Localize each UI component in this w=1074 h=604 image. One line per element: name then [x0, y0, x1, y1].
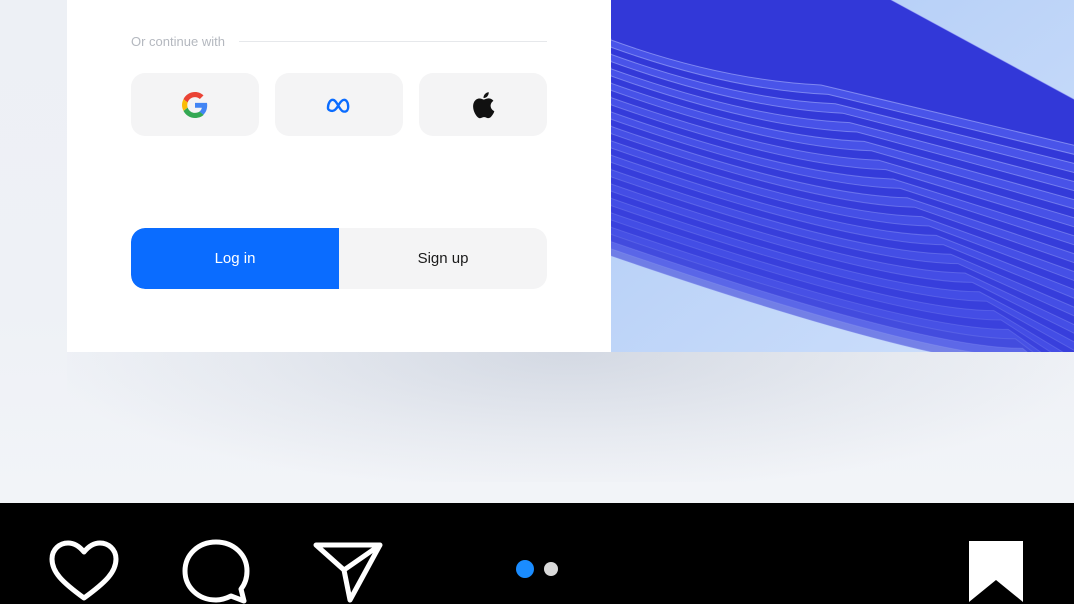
apple-icon — [469, 91, 497, 119]
ribbon-artwork — [611, 0, 1074, 352]
carousel-indicator — [516, 560, 558, 578]
abstract-3d-artwork — [611, 0, 1074, 352]
carousel-dot-active — [516, 560, 534, 578]
login-button[interactable]: Log in — [131, 228, 339, 289]
post-image: Or continue with Log in Sign up — [0, 0, 1074, 503]
divider-line — [238, 40, 547, 42]
google-login-button[interactable] — [131, 73, 259, 136]
carousel-dot — [544, 562, 558, 576]
meta-icon — [325, 91, 353, 119]
share-icon[interactable] — [312, 540, 384, 604]
google-icon — [181, 91, 209, 119]
auth-toggle: Log in Sign up — [131, 228, 547, 289]
apple-login-button[interactable] — [419, 73, 547, 136]
card-shadow — [67, 352, 1074, 482]
continue-with-divider: Or continue with — [131, 32, 547, 50]
login-card: Or continue with Log in Sign up — [67, 0, 611, 352]
heart-icon[interactable] — [48, 540, 120, 604]
post-action-bar — [0, 503, 1074, 604]
social-login-row — [131, 73, 547, 136]
comment-icon[interactable] — [180, 538, 252, 604]
bookmark-icon[interactable] — [966, 538, 1026, 604]
signup-button[interactable]: Sign up — [339, 228, 547, 289]
divider-label: Or continue with — [131, 33, 225, 49]
meta-login-button[interactable] — [275, 73, 403, 136]
